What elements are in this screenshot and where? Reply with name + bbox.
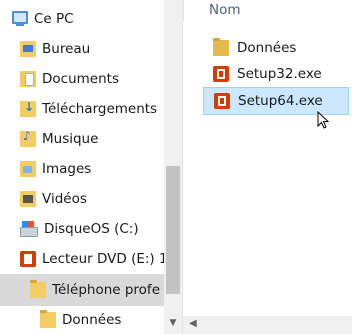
pictures-folder-icon — [20, 161, 36, 177]
folder-icon — [30, 280, 46, 298]
nav-item-label: Bureau — [42, 41, 91, 57]
drive-icon — [20, 221, 38, 237]
office-setup-icon — [214, 93, 230, 109]
nav-item-this-pc[interactable]: Ce PC — [12, 7, 74, 31]
nav-item-donnees[interactable]: Données — [40, 308, 121, 332]
navigation-scrollbar[interactable] — [164, 0, 182, 334]
file-list-pane: Nom Données Setup32.exe Setup64.exe ◀ — [183, 0, 352, 334]
videos-folder-icon — [20, 191, 36, 207]
nav-item-label: Téléchargements — [42, 101, 158, 117]
nav-item-disk-c[interactable]: DisqueOS (C:) — [20, 217, 139, 241]
scrollbar-thumb[interactable] — [166, 166, 180, 294]
nav-item-downloads[interactable]: Téléchargements — [20, 97, 157, 121]
scroll-down-arrow-icon[interactable]: ▼ — [166, 316, 180, 330]
nav-item-label: Téléphone profe — [52, 282, 160, 298]
folder-icon — [40, 310, 56, 328]
column-separator[interactable] — [183, 0, 184, 22]
computer-icon — [12, 10, 28, 26]
nav-item-images[interactable]: Images — [20, 157, 91, 181]
desktop-folder-icon — [20, 41, 36, 57]
music-folder-icon — [20, 129, 36, 147]
file-row-donnees[interactable]: Données — [203, 35, 296, 61]
file-name: Setup64.exe — [238, 93, 323, 109]
nav-item-label: Lecteur DVD (E:) 16 — [42, 251, 177, 267]
mouse-cursor-icon — [317, 111, 330, 129]
nav-item-label: Vidéos — [42, 191, 87, 207]
nav-item-documents[interactable]: Documents — [20, 67, 119, 91]
nav-item-label: DisqueOS (C:) — [44, 221, 139, 237]
column-header-name[interactable]: Nom — [209, 2, 241, 18]
nav-item-videos[interactable]: Vidéos — [20, 187, 87, 211]
nav-item-music[interactable]: Musique — [20, 127, 98, 151]
nav-item-label: Données — [62, 312, 122, 328]
nav-item-label: Images — [42, 161, 92, 177]
nav-item-label: Musique — [42, 131, 99, 147]
dvd-drive-icon — [20, 251, 36, 267]
navigation-pane: Ce PC Bureau Documents Téléchargements M… — [0, 0, 182, 334]
nav-item-bureau[interactable]: Bureau — [20, 37, 90, 61]
office-setup-icon — [213, 66, 229, 82]
documents-folder-icon — [20, 71, 36, 87]
file-name: Setup32.exe — [237, 66, 322, 82]
nav-item-dvd-drive[interactable]: Lecteur DVD (E:) 16 — [20, 247, 176, 271]
nav-item-phone[interactable]: Téléphone profe — [0, 274, 164, 306]
file-name: Données — [237, 40, 297, 56]
folder-icon — [213, 38, 229, 56]
scroll-left-arrow-icon[interactable]: ◀ — [189, 318, 197, 329]
nav-item-label: Documents — [42, 71, 119, 87]
horizontal-scrollbar[interactable]: ◀ — [183, 316, 352, 334]
nav-item-label: Ce PC — [34, 11, 74, 27]
file-row-setup32[interactable]: Setup32.exe — [203, 61, 322, 87]
downloads-folder-icon — [20, 100, 36, 117]
